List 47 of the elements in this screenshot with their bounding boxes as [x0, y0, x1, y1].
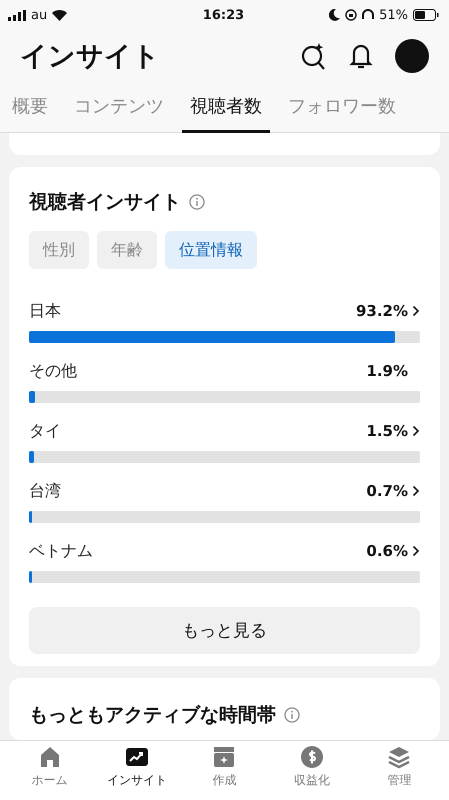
nav-label[interactable]: 収益化 — [294, 772, 330, 789]
battery-icon — [412, 9, 439, 21]
nav-label[interactable]: 管理 — [387, 772, 412, 789]
clock: 16:23 — [202, 8, 244, 22]
sparkle-search-icon[interactable] — [301, 42, 327, 70]
signal-icon — [8, 10, 26, 20]
nav-label[interactable]: 作成 — [212, 772, 236, 789]
percent-value: 1.9% — [366, 362, 408, 380]
moon-icon — [329, 9, 340, 21]
trend-chart-icon — [125, 745, 150, 769]
tab[interactable]: コンテンツ — [66, 82, 172, 133]
country-label: 台湾 — [29, 480, 61, 502]
headphones-icon — [362, 9, 374, 21]
avatar[interactable] — [395, 39, 429, 73]
card-title: もっともアクティブな時間帯 — [29, 703, 276, 728]
percent-value: 0.6% — [366, 542, 408, 560]
chevron-icon — [412, 305, 420, 317]
country-label: タイ — [29, 420, 61, 442]
wifi-icon — [52, 10, 68, 20]
lock-rotation-icon — [345, 9, 358, 21]
dollar-icon — [300, 745, 324, 769]
info-icon[interactable] — [284, 707, 300, 723]
chevron-icon — [412, 545, 420, 557]
tab[interactable]: 概要 — [0, 82, 56, 133]
more-button[interactable]: もっと見る — [29, 607, 420, 654]
country-label: 日本 — [29, 300, 61, 322]
filter-chip[interactable]: 性別 — [29, 231, 89, 269]
battery-percent: 51% — [379, 8, 408, 22]
page-title: インサイト — [20, 40, 160, 74]
carrier: au — [31, 8, 48, 22]
country-label: その他 — [29, 360, 77, 382]
country-label: ベトナム — [29, 540, 93, 562]
percent-value: 93.2% — [356, 302, 408, 320]
layers-icon — [387, 745, 412, 769]
nav-label[interactable]: インサイト — [107, 772, 168, 789]
chevron-icon — [412, 425, 420, 437]
clapperboard-icon — [212, 745, 236, 769]
percent-value: 1.5% — [366, 422, 408, 440]
bell-icon[interactable] — [349, 42, 373, 70]
chevron-icon — [412, 485, 420, 497]
card-title: 視聴者インサイト — [29, 190, 181, 215]
tab[interactable]: フォロワー数 — [280, 82, 404, 133]
info-icon[interactable] — [189, 194, 205, 210]
filter-chip[interactable]: 年齢 — [97, 231, 157, 269]
filter-chip[interactable]: 位置情報 — [165, 231, 257, 269]
nav-label[interactable]: ホーム — [32, 772, 68, 789]
percent-value: 0.7% — [366, 482, 408, 500]
